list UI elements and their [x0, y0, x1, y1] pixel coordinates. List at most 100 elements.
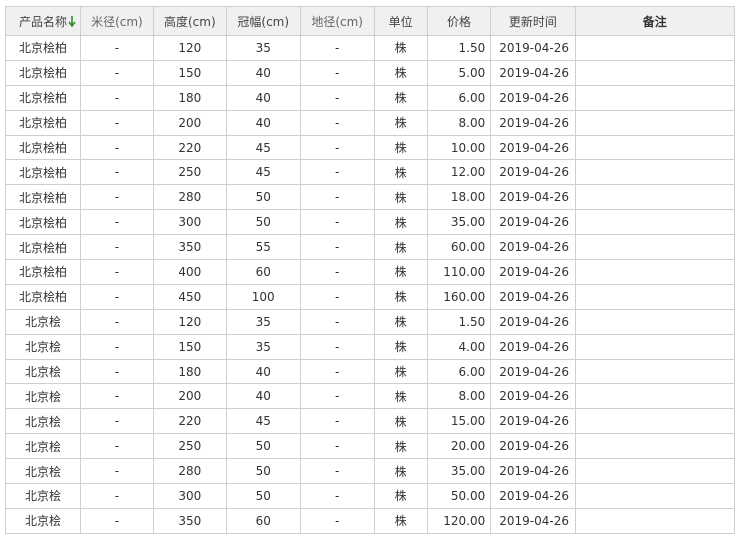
cell-notes — [574, 283, 736, 310]
cell-crown-width: 50 — [225, 458, 301, 485]
cell-crown-width: 45 — [225, 134, 301, 161]
price-table: 产品名称 米径(cm) 高度(cm) 冠幅(cm) 地径(cm) 单位 价格 更… — [5, 6, 736, 534]
column-header-crown-width[interactable]: 冠幅(cm) — [225, 6, 301, 36]
cell-notes — [574, 59, 736, 86]
cell-crown-width: 45 — [225, 159, 301, 186]
column-header-label: 地径(cm) — [311, 14, 363, 29]
cell-product-name: 北京桧柏 — [5, 234, 81, 261]
table-row: 北京桧 -150 35- 株 4.00 2019-04-26 — [5, 333, 736, 360]
cell-diameter: - — [79, 84, 154, 111]
cell-diameter: - — [79, 35, 154, 61]
cell-unit: 株 — [373, 184, 428, 211]
cell-diameter: - — [79, 59, 154, 86]
cell-ground-diameter: - — [299, 209, 375, 236]
cell-update-time: 2019-04-26 — [490, 59, 576, 86]
cell-crown-width: 40 — [225, 358, 301, 385]
cell-unit: 株 — [373, 483, 428, 509]
cell-crown-width: 40 — [225, 383, 301, 410]
column-header-label: 价格 — [446, 14, 471, 29]
cell-update-time: 2019-04-26 — [490, 433, 576, 460]
cell-product-name: 北京桧 — [5, 458, 81, 485]
cell-price: 1.50 — [426, 308, 492, 335]
cell-price: 35.00 — [426, 209, 492, 236]
cell-diameter: - — [79, 159, 154, 186]
cell-unit: 株 — [373, 507, 428, 534]
cell-ground-diameter: - — [299, 259, 375, 285]
cell-unit: 株 — [373, 84, 428, 111]
cell-unit: 株 — [373, 458, 428, 485]
cell-price: 60.00 — [426, 234, 492, 261]
cell-diameter: - — [79, 259, 154, 285]
cell-product-name: 北京桧柏 — [5, 84, 81, 111]
table-row: 北京桧柏 -150 40- 株 5.00 2019-04-26 — [5, 59, 736, 86]
cell-height: 120 — [152, 35, 227, 61]
cell-notes — [574, 184, 736, 211]
cell-ground-diameter: - — [299, 408, 375, 435]
cell-product-name: 北京桧 — [5, 308, 81, 335]
cell-height: 220 — [152, 408, 227, 435]
cell-ground-diameter: - — [299, 433, 375, 460]
table-row: 北京桧 -350 60- 株 120.00 2019-04-26 — [5, 507, 736, 534]
cell-product-name: 北京桧 — [5, 358, 81, 385]
column-header-price[interactable]: 价格 — [426, 6, 492, 36]
table-row: 北京桧柏 -280 50- 株 18.00 2019-04-26 — [5, 184, 736, 211]
cell-diameter: - — [79, 458, 154, 485]
cell-height: 280 — [152, 184, 227, 211]
cell-price: 10.00 — [426, 134, 492, 161]
cell-update-time: 2019-04-26 — [490, 333, 576, 360]
cell-product-name: 北京桧 — [5, 433, 81, 460]
column-header-label: 高度(cm) — [163, 14, 216, 29]
cell-unit: 株 — [373, 59, 428, 86]
cell-ground-diameter: - — [299, 159, 375, 186]
cell-diameter: - — [79, 433, 154, 460]
cell-unit: 株 — [373, 35, 428, 61]
cell-height: 220 — [152, 134, 227, 161]
cell-price: 12.00 — [426, 159, 492, 186]
cell-ground-diameter: - — [299, 283, 375, 310]
cell-price: 6.00 — [426, 358, 492, 385]
column-header-notes[interactable]: 备注 — [574, 6, 736, 36]
cell-height: 180 — [152, 358, 227, 385]
column-header-product-name[interactable]: 产品名称 — [5, 6, 81, 36]
table-row: 北京桧 -300 50- 株 50.00 2019-04-26 — [5, 483, 736, 509]
cell-price: 120.00 — [426, 507, 492, 534]
table-row: 北京桧 -180 40- 株 6.00 2019-04-26 — [5, 358, 736, 385]
cell-ground-diameter: - — [299, 84, 375, 111]
cell-ground-diameter: - — [299, 109, 375, 136]
cell-price: 6.00 — [426, 84, 492, 111]
cell-notes — [574, 84, 736, 111]
table-row: 北京桧 -120 35- 株 1.50 2019-04-26 — [5, 308, 736, 335]
column-header-diameter[interactable]: 米径(cm) — [79, 6, 154, 36]
cell-crown-width: 60 — [225, 259, 301, 285]
cell-height: 250 — [152, 433, 227, 460]
cell-ground-diameter: - — [299, 35, 375, 61]
cell-update-time: 2019-04-26 — [490, 308, 576, 335]
column-header-ground-diameter[interactable]: 地径(cm) — [299, 6, 375, 36]
cell-diameter: - — [79, 109, 154, 136]
cell-unit: 株 — [373, 308, 428, 335]
cell-crown-width: 100 — [225, 283, 301, 310]
arrow-down-icon[interactable] — [68, 15, 76, 27]
cell-unit: 株 — [373, 283, 428, 310]
cell-unit: 株 — [373, 159, 428, 186]
column-header-label: 更新时间 — [508, 14, 557, 29]
cell-update-time: 2019-04-26 — [490, 209, 576, 236]
cell-crown-width: 50 — [225, 184, 301, 211]
cell-product-name: 北京桧 — [5, 483, 81, 509]
cell-notes — [574, 507, 736, 534]
cell-ground-diameter: - — [299, 59, 375, 86]
column-header-label: 产品名称 — [18, 14, 67, 29]
column-header-unit[interactable]: 单位 — [373, 6, 428, 36]
cell-unit: 株 — [373, 383, 428, 410]
cell-diameter: - — [79, 358, 154, 385]
cell-diameter: - — [79, 383, 154, 410]
cell-price: 18.00 — [426, 184, 492, 211]
cell-crown-width: 50 — [225, 433, 301, 460]
column-header-update-time[interactable]: 更新时间 — [490, 6, 576, 36]
column-header-height[interactable]: 高度(cm) — [152, 6, 227, 36]
cell-update-time: 2019-04-26 — [490, 35, 576, 61]
cell-crown-width: 50 — [225, 209, 301, 236]
cell-update-time: 2019-04-26 — [490, 483, 576, 509]
cell-price: 8.00 — [426, 109, 492, 136]
cell-update-time: 2019-04-26 — [490, 184, 576, 211]
